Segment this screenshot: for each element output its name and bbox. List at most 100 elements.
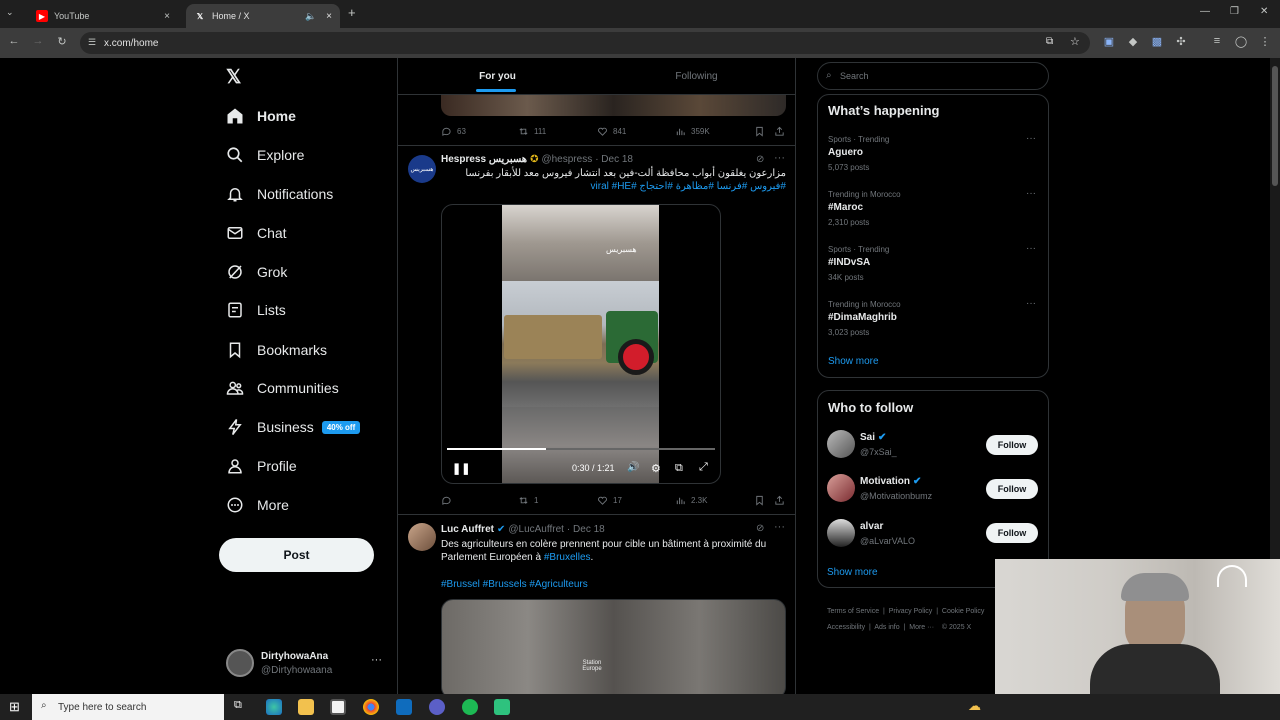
nav-more[interactable]: More xyxy=(226,492,289,518)
nav-business[interactable]: Business 40% off xyxy=(226,414,361,440)
share-button[interactable] xyxy=(774,126,790,137)
footer-link[interactable]: Ads info xyxy=(874,624,899,631)
nav-lists[interactable]: Lists xyxy=(226,297,286,323)
author-name[interactable]: Luc Auffret xyxy=(441,524,494,535)
tab-following[interactable]: Following xyxy=(597,58,795,94)
volume-icon[interactable]: 🔊 xyxy=(627,462,639,473)
chrome-icon[interactable] xyxy=(363,699,379,715)
nav-profile[interactable]: Profile xyxy=(226,453,297,479)
reload-icon[interactable]: ↻ xyxy=(54,35,70,48)
bookmark-star-icon[interactable]: ☆ xyxy=(1070,35,1080,48)
nav-explore[interactable]: Explore xyxy=(226,142,304,168)
restore-button[interactable]: ❐ xyxy=(1230,6,1239,17)
nav-notifications[interactable]: Notifications xyxy=(226,181,333,207)
extension-diamond-icon[interactable]: ◆ xyxy=(1125,35,1141,48)
bookmark-button[interactable] xyxy=(754,126,770,137)
profile-icon[interactable]: ◯ xyxy=(1233,35,1249,48)
taskbar-search-input[interactable]: ⌕ Type here to search xyxy=(32,694,224,720)
views-button[interactable]: 359K xyxy=(675,126,710,137)
back-icon[interactable]: ← xyxy=(6,35,22,47)
tweet-hashtags[interactable]: #فيروس #فرنسا #مظاهرة #احتجاج #viral #HE xyxy=(441,181,786,192)
more-options-icon[interactable]: ··· xyxy=(774,521,785,533)
follow-button[interactable]: Follow xyxy=(986,523,1038,543)
previous-tweet-media[interactable] xyxy=(441,95,786,116)
discord-icon[interactable] xyxy=(429,699,445,715)
bookmark-button[interactable] xyxy=(754,495,770,506)
tweet-hespress[interactable]: هسبريس Hespress هسبريس ✪ @hespress · Dec… xyxy=(398,146,795,514)
search-input[interactable]: ⌕ Search xyxy=(817,62,1049,90)
trend-item[interactable]: Trending in Morocco #Maroc 2,310 posts ·… xyxy=(818,186,1048,236)
tweet-media-image[interactable]: Station Europe xyxy=(441,599,786,694)
extension-image-icon[interactable]: ▩ xyxy=(1149,35,1165,48)
pip-icon[interactable]: ⧉ xyxy=(675,462,683,475)
follow-suggestion[interactable]: Motivation ✔ @Motivationbumz xyxy=(827,474,977,504)
follow-suggestion[interactable]: alvar @aLvarVALO xyxy=(827,519,977,549)
nav-grok[interactable]: Grok xyxy=(226,259,287,285)
media-control-icon[interactable]: ≡ xyxy=(1209,35,1225,47)
trend-more-icon[interactable]: ··· xyxy=(1026,188,1036,199)
tweet-date[interactable]: · Dec 18 xyxy=(595,154,633,165)
extensions-puzzle-icon[interactable]: ✣ xyxy=(1173,35,1189,48)
follow-button[interactable]: Follow xyxy=(986,479,1038,499)
like-button[interactable]: 17 xyxy=(597,495,622,506)
like-button[interactable]: 841 xyxy=(597,126,626,137)
pause-icon[interactable]: ❚❚ xyxy=(452,462,470,475)
translate-extension-icon[interactable]: ▣ xyxy=(1101,35,1117,48)
tweet-hashtags[interactable]: #Brussel #Brussels #Agriculteurs xyxy=(441,579,588,590)
author-name[interactable]: Hespress هسبريس xyxy=(441,154,527,165)
file-explorer-icon[interactable] xyxy=(298,699,314,715)
account-menu-icon[interactable]: ··· xyxy=(371,654,382,666)
trend-item[interactable]: Trending in Morocco #DimaMaghrib 3,023 p… xyxy=(818,296,1048,346)
show-more-link[interactable]: Show more xyxy=(827,567,878,578)
grok-explain-icon[interactable]: ⊘ xyxy=(756,154,764,165)
tab-x-home[interactable]: 𝕏 Home / X 🔈 × xyxy=(186,4,340,28)
settings-gear-icon[interactable]: ⚙ xyxy=(651,462,661,475)
tab-for-you[interactable]: For you xyxy=(398,58,597,94)
minimize-button[interactable]: — xyxy=(1200,6,1210,17)
speaker-icon[interactable]: 🔈 xyxy=(305,11,316,22)
weather-icon[interactable]: ☁ xyxy=(968,698,981,714)
author-handle[interactable]: @LucAuffret xyxy=(508,524,564,535)
repost-button[interactable]: 1 xyxy=(518,495,538,506)
close-window-button[interactable]: ✕ xyxy=(1260,6,1268,17)
trend-more-icon[interactable]: ··· xyxy=(1026,243,1036,254)
task-view-icon[interactable]: ⧉ xyxy=(234,699,242,712)
nav-chat[interactable]: Chat xyxy=(226,220,287,246)
close-tab-icon[interactable]: × xyxy=(326,11,332,22)
mail-app-icon[interactable] xyxy=(396,699,412,715)
edge-icon[interactable] xyxy=(266,699,282,715)
video-progress-track[interactable] xyxy=(447,448,715,450)
trend-item[interactable]: Sports · Trending #INDvSA 34K posts ··· xyxy=(818,241,1048,291)
video-player[interactable]: هسبريس ❚❚ 0:30 / 1:21 🔊 ⚙ ⧉ ⤢ xyxy=(441,204,721,484)
show-more-link[interactable]: Show more xyxy=(828,356,879,367)
reply-button[interactable] xyxy=(441,495,457,506)
footer-link[interactable]: More ··· xyxy=(909,624,934,631)
store-icon[interactable] xyxy=(330,699,346,715)
avatar[interactable] xyxy=(408,523,436,551)
author-handle[interactable]: @hespress xyxy=(541,154,592,165)
footer-link[interactable]: Cookie Policy xyxy=(942,608,984,615)
nav-home[interactable]: Home xyxy=(226,103,296,129)
forward-icon[interactable]: → xyxy=(30,35,46,47)
hashtag-link[interactable]: #Bruxelles xyxy=(544,552,591,563)
windows-start-icon[interactable]: ⊞ xyxy=(9,699,20,715)
nav-communities[interactable]: Communities xyxy=(226,375,339,401)
trend-more-icon[interactable]: ··· xyxy=(1026,298,1036,309)
tweet-date[interactable]: · Dec 18 xyxy=(567,524,605,535)
menu-kebab-icon[interactable]: ⋮ xyxy=(1257,35,1273,48)
tab-youtube[interactable]: ▶ YouTube × xyxy=(28,4,178,28)
repost-button[interactable]: 111 xyxy=(518,126,546,137)
address-bar[interactable]: ☰ x.com/home ⧉ ☆ xyxy=(80,32,1090,54)
grok-explain-icon[interactable]: ⊘ xyxy=(756,523,764,534)
footer-link[interactable]: Privacy Policy xyxy=(889,608,933,615)
follow-button[interactable]: Follow xyxy=(986,435,1038,455)
tab-search-icon[interactable]: ⌄ xyxy=(6,7,14,18)
post-button[interactable]: Post xyxy=(219,538,374,572)
nav-bookmarks[interactable]: Bookmarks xyxy=(226,337,327,363)
install-app-icon[interactable]: ⧉ xyxy=(1046,36,1053,47)
site-info-icon[interactable]: ☰ xyxy=(88,37,96,48)
app-icon[interactable] xyxy=(494,699,510,715)
follow-suggestion[interactable]: Sai ✔ @7xSai_ xyxy=(827,430,977,460)
tweet-luc-auffret[interactable]: Luc Auffret ✔ @LucAuffret · Dec 18 ⊘ ···… xyxy=(398,515,795,694)
avatar[interactable]: هسبريس xyxy=(408,155,436,183)
